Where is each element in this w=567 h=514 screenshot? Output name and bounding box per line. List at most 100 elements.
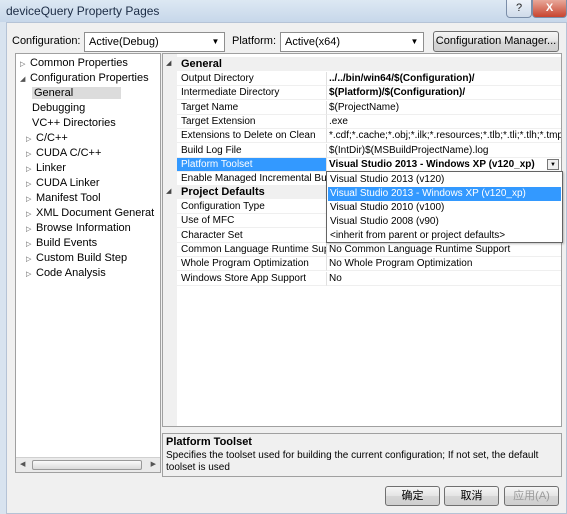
configuration-value: Active(Debug) [89,36,159,48]
tree-item[interactable]: Debugging [32,101,85,116]
tree-item[interactable]: ▷ C/C++ [26,131,68,146]
description-text: Specifies the toolset used for building … [166,450,539,473]
tree-item-label: Manifest Tool [36,192,101,204]
property-value[interactable]: $(IntDir)$(MSBuildProjectName).log [327,144,561,158]
window-title: deviceQuery Property Pages [6,4,160,18]
tree-item-label: Code Analysis [36,267,106,279]
tree-item[interactable]: ▷ XML Document Generat [26,206,154,221]
property-name: Extensions to Delete on Clean [177,129,327,144]
dropdown-option[interactable]: Visual Studio 2013 (v120) [328,173,561,187]
tree-item-label: VC++ Directories [32,117,116,129]
dropdown-option[interactable]: <inherit from parent or project defaults… [328,229,561,243]
tree-item-label: Browse Information [36,222,131,234]
tree-item-label: CUDA C/C++ [36,147,102,159]
tree-item-label: XML Document Generat [36,207,155,219]
property-name: Windows Store App Support [177,271,327,286]
platform-label: Platform: [232,35,277,47]
dropdown-option[interactable]: Visual Studio 2010 (v100) [328,201,561,215]
property-row[interactable]: Output Directory ../../bin/win64/$(Config… [177,72,561,86]
tree-item-label: Custom Build Step [36,252,128,264]
property-row[interactable]: Windows Store App Support No [177,271,561,286]
scroll-left-icon[interactable]: ◀ [20,460,25,468]
property-value[interactable]: Visual Studio 2013 - Windows XP (v120_xp… [327,158,561,172]
property-row[interactable]: Target Name $(ProjectName) [177,100,561,115]
category-title: Project Defaults [181,186,265,198]
expand-icon[interactable]: ▷ [26,177,36,192]
property-value[interactable]: No Whole Program Optimization [327,257,561,272]
tree-item[interactable]: ▷ Code Analysis [26,266,106,281]
help-button[interactable]: ? [506,0,532,18]
property-row[interactable]: Whole Program Optimization No Whole Progr… [177,257,561,272]
dropdown-option[interactable]: Visual Studio 2008 (v90) [328,215,561,229]
chevron-down-icon[interactable]: ▼ [547,158,559,170]
tree-item[interactable]: ▷ Linker [26,161,66,176]
tree-horizontal-scrollbar[interactable]: ◀ ▶ [16,457,160,472]
collapse-icon[interactable]: ◢ [166,187,171,195]
expand-icon[interactable]: ◢ [20,72,30,87]
expand-icon[interactable]: ▷ [20,57,30,72]
property-value[interactable]: No [327,272,561,286]
property-name: Enable Managed Incremental Buil [177,172,327,187]
dropdown-option[interactable]: Visual Studio 2013 - Windows XP (v120_xp… [328,187,561,201]
property-row[interactable]: Extensions to Delete on Clean *.cdf;*.cac… [177,129,561,144]
tree-item-label: CUDA Linker [36,177,100,189]
expand-icon[interactable]: ▷ [26,192,36,207]
property-name: Platform Toolset [177,157,327,172]
grid-gutter [163,54,177,426]
property-name: Whole Program Optimization [177,257,327,272]
description-title: Platform Toolset [166,436,252,448]
expand-icon[interactable]: ▷ [26,147,36,162]
expand-icon[interactable]: ▷ [26,252,36,267]
expand-icon[interactable]: ▷ [26,222,36,237]
category-general[interactable]: ◢ General [163,57,561,71]
chevron-down-icon: ▼ [410,37,419,46]
property-name: Intermediate Directory [177,86,327,101]
expand-icon[interactable]: ▷ [26,237,36,252]
property-row[interactable]: Intermediate Directory $(Platform)/$(Conf… [177,86,561,101]
expand-icon[interactable]: ▷ [26,267,36,282]
tree-item[interactable]: ▷ Build Events [26,236,97,251]
tree-item[interactable]: ▷ CUDA C/C++ [26,146,101,161]
platform-combo[interactable]: Active(x64) ▼ [280,32,424,52]
ok-button[interactable]: 确定 [385,486,440,506]
property-value[interactable]: $(ProjectName) [327,101,561,115]
property-name: Use of MFC [177,214,327,229]
platform-value: Active(x64) [285,36,341,48]
tree-item[interactable]: ▷ Manifest Tool [26,191,101,206]
configuration-manager-button[interactable]: Configuration Manager... [433,31,559,52]
tree-item[interactable]: ▷ Custom Build Step [26,251,127,266]
apply-button[interactable]: 应用(A) [504,486,559,506]
tree-item-label: General [32,87,122,99]
property-row[interactable]: Target Extension .exe [177,114,561,129]
tree-item[interactable]: ▷ Common Properties [20,56,128,71]
property-name: Configuration Type [177,200,327,214]
platform-toolset-dropdown[interactable]: Visual Studio 2013 (v120) Visual Studio 2… [326,171,563,243]
cancel-button[interactable]: 取消 [444,486,499,506]
property-value[interactable]: ../../bin/win64/$(Configuration)/ [327,72,561,86]
property-value[interactable]: No Common Language Runtime Support [327,243,561,257]
category-tree: ▷ Common Properties ◢ Configuration Propert… [15,53,161,473]
scroll-thumb[interactable] [32,460,142,470]
configuration-combo[interactable]: Active(Debug) ▼ [84,32,225,52]
collapse-icon[interactable]: ◢ [166,59,171,67]
tree-item[interactable]: General [32,86,122,101]
tree-item[interactable]: ◢ Configuration Properties [20,71,149,86]
property-row[interactable]: Build Log File $(IntDir)$(MSBuildProjectN… [177,143,561,158]
property-row[interactable]: Platform Toolset Visual Studio 2013 - Win… [177,157,561,172]
property-row[interactable]: Common Language Runtime Supp No Common La… [177,242,561,257]
property-value[interactable]: .exe [327,115,561,129]
property-value[interactable]: $(Platform)/$(Configuration)/ [327,86,561,101]
property-name: Character Set [177,228,327,243]
expand-icon[interactable]: ▷ [26,162,36,177]
tree-item-label: C/C++ [36,132,68,144]
configuration-label: Configuration: [12,35,81,47]
property-value[interactable]: *.cdf;*.cache;*.obj;*.ilk;*.resources;*.… [327,129,561,144]
tree-item[interactable]: VC++ Directories [32,116,116,131]
property-name: Output Directory [177,72,327,86]
tree-item[interactable]: ▷ Browse Information [26,221,131,236]
close-button[interactable]: X [532,0,567,18]
scroll-right-icon[interactable]: ▶ [151,460,156,468]
expand-icon[interactable]: ▷ [26,207,36,222]
expand-icon[interactable]: ▷ [26,132,36,147]
tree-item[interactable]: ▷ CUDA Linker [26,176,100,191]
